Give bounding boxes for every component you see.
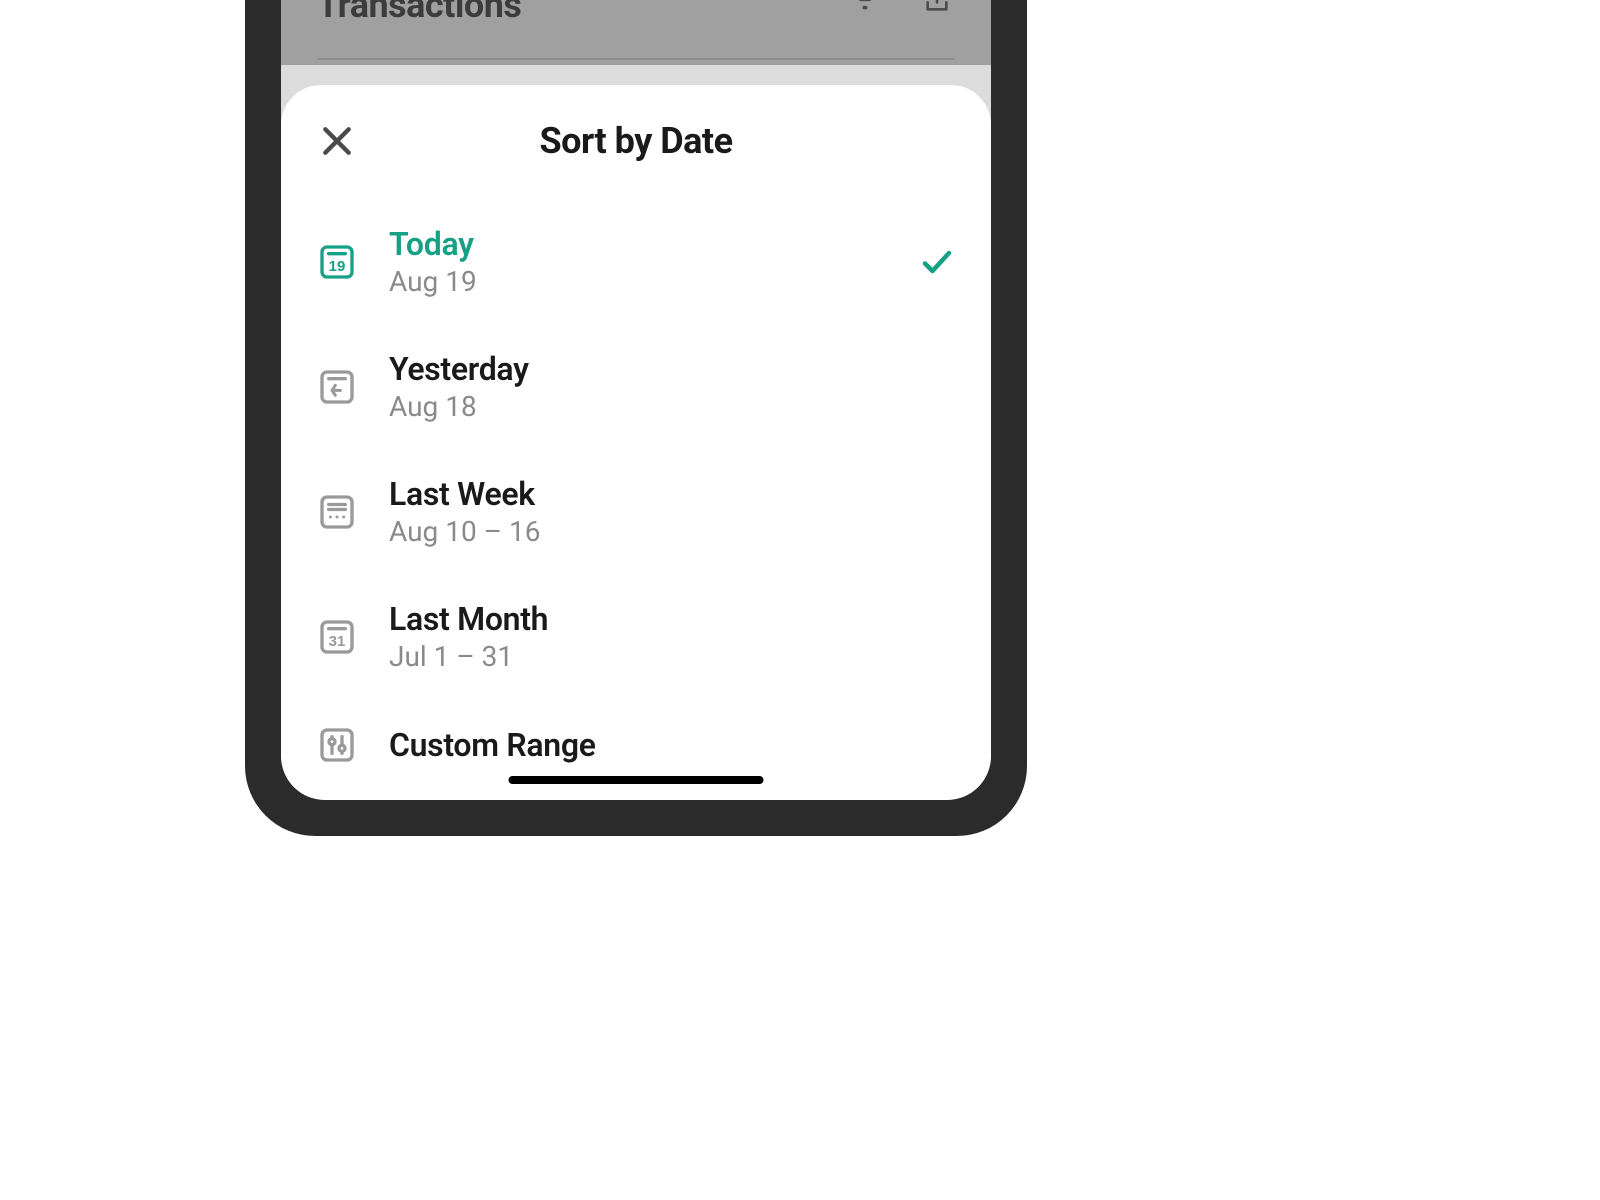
check-icon [919, 244, 955, 280]
sliders-icon [317, 725, 357, 765]
calendar-today-icon: 19 [317, 242, 357, 282]
close-button[interactable] [317, 121, 357, 161]
option-label: Last Month [389, 600, 955, 638]
option-sublabel: Jul 1 – 31 [389, 640, 955, 673]
option-custom-range[interactable]: Custom Range [317, 725, 955, 765]
svg-text:31: 31 [329, 633, 346, 650]
option-label: Last Week [389, 475, 955, 513]
option-sublabel: Aug 18 [389, 390, 955, 423]
option-label: Yesterday [389, 350, 955, 388]
option-text: Last Month Jul 1 – 31 [389, 600, 955, 673]
background-header: Transactions [281, 0, 991, 65]
calendar-month-icon: 31 [317, 617, 357, 657]
option-text: Today Aug 19 [389, 225, 887, 298]
sheet-header: Sort by Date [317, 113, 955, 169]
option-last-month[interactable]: 31 Last Month Jul 1 – 31 [317, 600, 955, 673]
option-label: Custom Range [389, 726, 955, 764]
home-indicator[interactable] [509, 776, 764, 784]
calendar-yesterday-icon [317, 367, 357, 407]
option-text: Custom Range [389, 726, 955, 764]
modal-overlay [281, 0, 991, 65]
sheet-title: Sort by Date [539, 120, 732, 162]
option-sublabel: Aug 10 – 16 [389, 515, 955, 548]
option-text: Yesterday Aug 18 [389, 350, 955, 423]
sort-sheet: Sort by Date 19 Today Aug [281, 85, 991, 800]
option-yesterday[interactable]: Yesterday Aug 18 [317, 350, 955, 423]
option-list: 19 Today Aug 19 [317, 225, 955, 765]
phone-screen: Transactions [281, 0, 991, 800]
option-label: Today [389, 225, 887, 263]
phone-frame: Transactions [245, 0, 1027, 836]
option-last-week[interactable]: Last Week Aug 10 – 16 [317, 475, 955, 548]
option-today[interactable]: 19 Today Aug 19 [317, 225, 955, 298]
option-sublabel: Aug 19 [389, 265, 887, 298]
calendar-week-icon [317, 492, 357, 532]
background-header-inner: Transactions [281, 0, 991, 65]
option-text: Last Week Aug 10 – 16 [389, 475, 955, 548]
close-icon [317, 121, 357, 161]
svg-text:19: 19 [329, 258, 346, 275]
